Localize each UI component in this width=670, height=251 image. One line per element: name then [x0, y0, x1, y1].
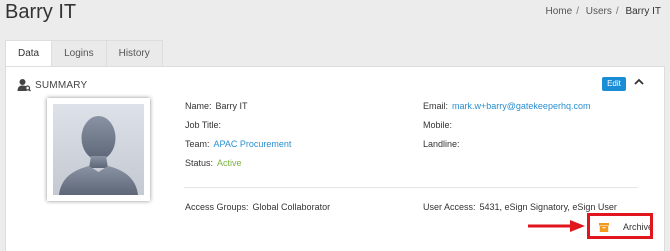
summary-header: SUMMARY	[17, 77, 87, 93]
breadcrumb-users[interactable]: Users	[586, 6, 612, 17]
user-access-label: User Access:	[423, 202, 476, 212]
job-title-field: Job Title:	[185, 120, 225, 130]
landline-label: Landline:	[423, 139, 460, 149]
team-link[interactable]: APAC Procurement	[214, 139, 292, 149]
email-link[interactable]: mark.w+barry@gatekeeperhq.com	[452, 101, 590, 111]
avatar	[47, 98, 150, 201]
team-field: Team: APAC Procurement	[185, 139, 291, 149]
name-value: Barry IT	[215, 101, 248, 111]
access-groups-value: Global Collaborator	[252, 202, 331, 212]
email-field: Email: mark.w+barry@gatekeeperhq.com	[423, 101, 590, 111]
user-access-value: 5431, eSign Signatory, eSign User	[479, 202, 617, 212]
chevron-up-icon[interactable]	[633, 76, 645, 88]
landline-field: Landline:	[423, 139, 464, 149]
tab-bar: Data Logins History	[5, 40, 163, 67]
archive-button[interactable]: Archive	[594, 216, 658, 238]
edit-button[interactable]: Edit	[602, 77, 626, 91]
status-value: Active	[217, 158, 242, 168]
breadcrumb-current: Barry IT	[625, 6, 661, 17]
breadcrumb-separator: /	[615, 6, 619, 17]
access-groups-field: Access Groups: Global Collaborator	[185, 202, 330, 212]
job-title-label: Job Title:	[185, 120, 222, 130]
divider	[184, 187, 638, 188]
mobile-label: Mobile:	[423, 120, 453, 130]
breadcrumb-home[interactable]: Home	[546, 6, 573, 17]
access-groups-label: Access Groups:	[185, 202, 249, 212]
breadcrumb-separator: /	[576, 6, 579, 17]
user-access-field: User Access: 5431, eSign Signatory, eSign…	[423, 202, 617, 212]
name-label: Name:	[185, 101, 212, 111]
name-field: Name: Barry IT	[185, 101, 248, 111]
tab-data[interactable]: Data	[5, 40, 53, 67]
summary-title: SUMMARY	[35, 79, 88, 91]
avatar-placeholder-icon	[53, 104, 144, 195]
team-label: Team:	[185, 139, 210, 149]
page-title: Barry IT	[5, 1, 77, 23]
breadcrumb: Home / Users / Barry IT	[546, 6, 662, 17]
tab-logins[interactable]: Logins	[51, 40, 107, 66]
page-header: Barry IT Home / Users / Barry IT	[0, 0, 670, 36]
archive-box-icon	[599, 222, 609, 232]
mobile-field: Mobile:	[423, 120, 456, 130]
annotation-arrow-icon	[528, 220, 585, 232]
tab-history[interactable]: History	[105, 40, 163, 66]
user-search-icon	[17, 79, 31, 92]
archive-label: Archive	[623, 222, 654, 232]
status-field: Status: Active	[185, 158, 242, 168]
email-label: Email:	[423, 101, 449, 111]
status-label: Status:	[185, 158, 214, 168]
